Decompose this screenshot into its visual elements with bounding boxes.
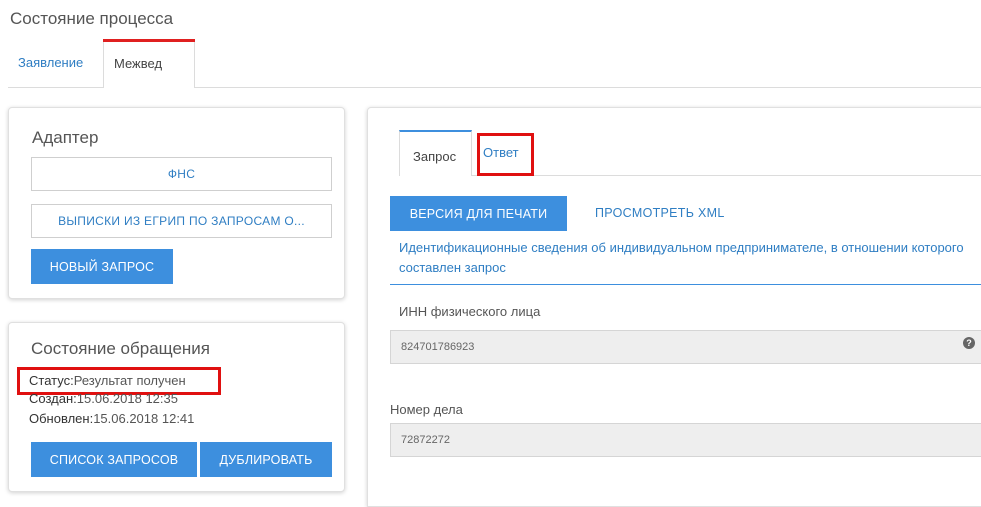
created-label: Создан: — [29, 391, 77, 406]
tab-interdepartmental[interactable]: Межвед — [103, 39, 195, 88]
duplicate-button[interactable]: ДУБЛИРОВАТЬ — [200, 442, 332, 477]
updated-label: Обновлен: — [29, 411, 94, 426]
request-state-card: Состояние обращения Статус:Результат пол… — [8, 322, 345, 492]
new-request-button[interactable]: НОВЫЙ ЗАПРОС — [31, 249, 173, 284]
print-version-button[interactable]: ВЕРСИЯ ДЛЯ ПЕЧАТИ — [390, 196, 567, 231]
request-type-select[interactable]: ВЫПИСКИ ИЗ ЕГРИП ПО ЗАПРОСАМ О... — [31, 204, 332, 238]
case-number-label: Номер дела — [390, 402, 463, 417]
service-select[interactable]: ФНС — [31, 157, 332, 191]
help-icon[interactable]: ? — [963, 337, 975, 349]
created-value: 15.06.2018 12:35 — [76, 391, 178, 406]
updated-value: 15.06.2018 12:41 — [93, 411, 195, 426]
tab-application[interactable]: Заявление — [8, 40, 93, 87]
detail-panel: Запрос Ответ ВЕРСИЯ ДЛЯ ПЕЧАТИ ПРОСМОТРЕ… — [367, 107, 981, 507]
section-divider — [390, 284, 981, 285]
page-title: Состояние процесса — [10, 9, 174, 28]
created-row: Создан:15.06.2018 12:35 — [29, 391, 178, 406]
request-list-button[interactable]: СПИСОК ЗАПРОСОВ — [31, 442, 197, 477]
updated-row: Обновлен:15.06.2018 12:41 — [29, 411, 194, 426]
request-state-title: Состояние обращения — [31, 339, 210, 358]
adapter-title: Адаптер — [32, 128, 99, 147]
adapter-card: Адаптер ФНС ВЫПИСКИ ИЗ ЕГРИП ПО ЗАПРОСАМ… — [8, 107, 345, 299]
tab-request[interactable]: Запрос — [399, 130, 472, 176]
inn-label: ИНН физического лица — [399, 304, 541, 319]
main-tabs: Заявление Межвед — [8, 39, 981, 88]
inn-field[interactable]: 824701786923 — [390, 330, 981, 364]
response-tab-highlight — [477, 133, 534, 176]
section-title: Идентификационные сведения об индивидуал… — [399, 240, 964, 275]
view-xml-link[interactable]: ПРОСМОТРЕТЬ XML — [595, 206, 725, 220]
case-number-field[interactable]: 72872272 — [390, 423, 981, 457]
